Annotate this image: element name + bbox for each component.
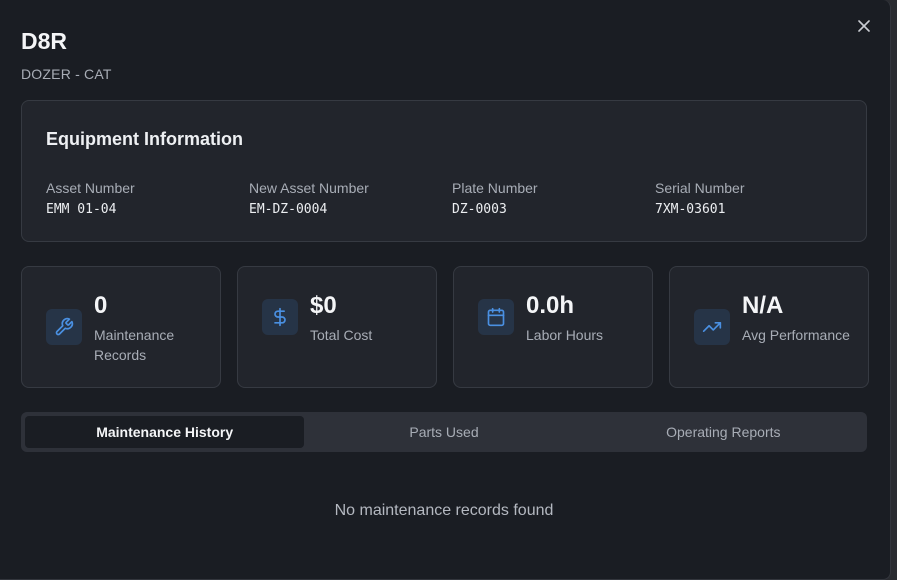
tab-bar: Maintenance History Parts Used Operating…: [21, 412, 867, 452]
info-value: EMM 01-04: [46, 202, 117, 217]
stat-maintenance-records: 0 Maintenance Records: [21, 266, 221, 388]
calendar-icon: [478, 299, 514, 335]
stat-avg-performance: N/A Avg Performance: [669, 266, 869, 388]
empty-state-message: No maintenance records found: [334, 502, 554, 519]
close-button[interactable]: [852, 14, 876, 38]
stat-labor-hours: 0.0h Labor Hours: [453, 266, 653, 388]
plate-number-field: Plate Number DZ-0003: [452, 180, 655, 217]
stat-label: Maintenance Records: [94, 327, 175, 363]
stat-label: Avg Performance: [742, 327, 850, 343]
dollar-icon: [262, 299, 298, 335]
tab-maintenance-history[interactable]: Maintenance History: [25, 416, 305, 448]
asset-number-field: Asset Number EMM 01-04: [46, 180, 249, 217]
stats-row: 0 Maintenance Records $0 Total Cost 0.0h…: [21, 266, 869, 388]
stat-value: N/A: [742, 292, 784, 319]
serial-number-field: Serial Number 7XM-03601: [655, 180, 858, 217]
stat-value: 0: [94, 292, 108, 319]
equipment-info-grid: Asset Number EMM 01-04 New Asset Number …: [46, 180, 842, 217]
stat-label: Total Cost: [310, 327, 373, 343]
info-value: 7XM-03601: [655, 202, 726, 217]
equipment-info-heading: Equipment Information: [46, 129, 243, 149]
stat-value: 0.0h: [526, 292, 575, 319]
stat-label: Labor Hours: [526, 327, 604, 343]
equipment-type-subtitle: DOZER - CAT: [21, 66, 112, 82]
stat-value: $0: [310, 292, 337, 319]
info-label: Serial Number: [655, 180, 745, 196]
info-label: New Asset Number: [249, 180, 369, 196]
trending-up-icon: [694, 309, 730, 345]
info-value: EM-DZ-0004: [249, 202, 328, 217]
info-label: Plate Number: [452, 180, 538, 196]
wrench-icon: [46, 309, 82, 345]
tab-operating-reports[interactable]: Operating Reports: [584, 416, 863, 448]
info-label: Asset Number: [46, 180, 135, 196]
info-value: DZ-0003: [452, 202, 507, 217]
equipment-info-card: Equipment Information Asset Number EMM 0…: [21, 100, 867, 242]
close-icon: [858, 20, 870, 32]
stat-total-cost: $0 Total Cost: [237, 266, 437, 388]
new-asset-number-field: New Asset Number EM-DZ-0004: [249, 180, 452, 217]
tab-parts-used[interactable]: Parts Used: [304, 416, 583, 448]
equipment-detail-modal: D8R DOZER - CAT Equipment Information As…: [0, 0, 891, 580]
page-title: D8R: [21, 28, 68, 54]
